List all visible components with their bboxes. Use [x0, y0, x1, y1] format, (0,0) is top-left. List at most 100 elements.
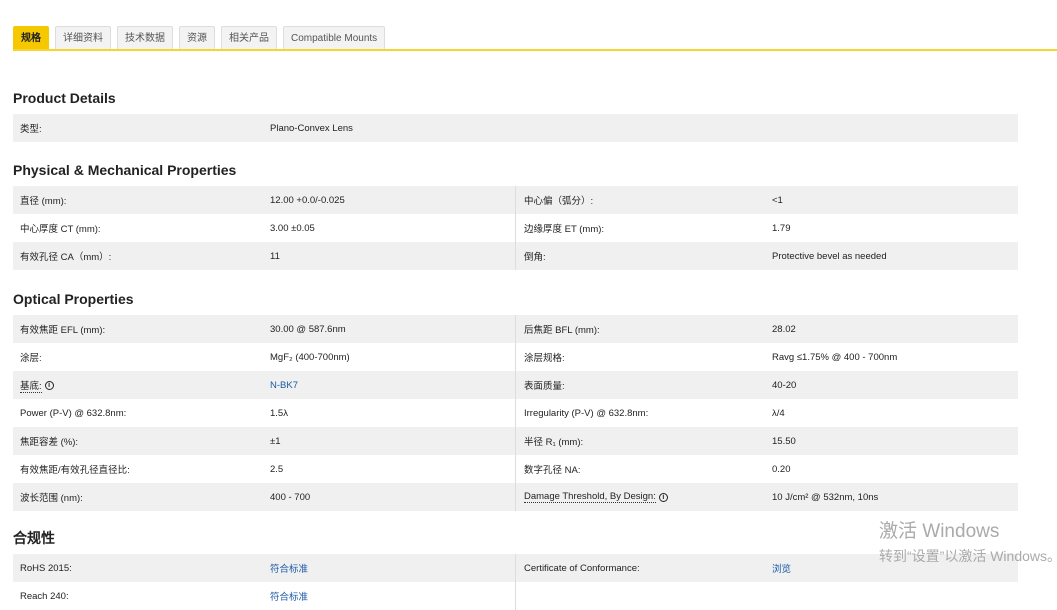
spec-label: 半径 R₁ (mm):: [516, 427, 765, 455]
spec-label: 倒角:: [516, 242, 765, 270]
spec-value: <1: [765, 186, 1018, 214]
tab-technical-data[interactable]: 技术数据: [117, 26, 173, 50]
tab-underline: [13, 49, 1057, 51]
label-text: 涂层规格:: [524, 353, 565, 364]
label-text[interactable]: Damage Threshold, By Design:: [524, 491, 656, 503]
spec-label: 直径 (mm):: [13, 186, 263, 214]
tab-specs[interactable]: 规格: [13, 26, 49, 50]
spec-label: 有效孔径 CA（mm）:: [13, 242, 263, 270]
value-text: 40-20: [772, 379, 797, 391]
label-text: Certificate of Conformance:: [524, 562, 640, 574]
spec-value: 1.5λ: [263, 399, 516, 427]
spec-label: 后焦距 BFL (mm):: [516, 315, 765, 343]
product-details-section: Product Details 类型: Plano-Convex Lens: [13, 88, 1018, 142]
spec-label: 有效焦距/有效孔径直径比:: [13, 455, 263, 483]
label-text: 中心偏（弧分）:: [524, 196, 594, 207]
spec-value: [765, 582, 1018, 610]
spec-value: MgF₂ (400-700nm): [263, 343, 516, 371]
spec-label: Reach 240:: [13, 582, 263, 610]
value-text: 12.00 +0.0/-0.025: [270, 194, 345, 206]
section-title: Product Details: [13, 90, 116, 106]
spec-value: 400 - 700: [263, 483, 516, 511]
spec-label: 表面质量:: [516, 371, 765, 399]
value-text: Protective bevel as needed: [772, 250, 887, 262]
table-row: 中心厚度 CT (mm): 3.00 ±0.05 边缘厚度 ET (mm): 1.79: [13, 214, 1018, 242]
spec-value: ±1: [263, 427, 516, 455]
spec-value: 符合标准: [263, 554, 516, 582]
spec-value: λ/4: [765, 399, 1018, 427]
value-text: 2.5: [270, 463, 284, 475]
value-link[interactable]: 符合标准: [270, 561, 308, 575]
watermark-line2: 转到“设置”以激活 Windows。: [879, 548, 1057, 564]
label-text: 表面质量:: [524, 381, 565, 392]
label-text: Power (P-V) @ 632.8nm:: [20, 407, 127, 419]
spec-value: Protective bevel as needed: [765, 242, 1018, 270]
value-text: 30.00 @ 587.6nm: [270, 323, 346, 335]
value-text: λ/4: [772, 407, 785, 419]
label-text: 直径 (mm):: [20, 196, 67, 207]
table-row: 类型: Plano-Convex Lens: [13, 114, 1018, 142]
value-text: 1.79: [772, 222, 791, 234]
value-text: 400 - 700: [270, 491, 311, 503]
label-text: 倒角:: [524, 252, 546, 263]
table-row: 基底: i N-BK7 表面质量: 40-20: [13, 371, 1018, 399]
tab-related-products[interactable]: 相关产品: [221, 26, 277, 50]
value-text: 28.02: [772, 323, 796, 335]
label-text: 有效孔径 CA（mm）:: [20, 252, 112, 263]
tab-compatible-mounts[interactable]: Compatible Mounts: [283, 26, 386, 50]
info-icon[interactable]: i: [44, 380, 54, 390]
table-row: RoHS 2015: 符合标准 Certificate of Conformance…: [13, 554, 1018, 582]
spec-value: 11: [263, 242, 516, 270]
label-text: 边缘厚度 ET (mm):: [524, 224, 605, 235]
table-row: 焦距容差 (%): ±1 半径 R₁ (mm): 15.50: [13, 427, 1018, 455]
spec-value: Ravg ≤1.75% @ 400 - 700nm: [765, 343, 1018, 371]
info-icon[interactable]: i: [658, 492, 668, 502]
spec-value: 2.5: [263, 455, 516, 483]
physical-section: Physical & Mechanical Properties 直径 (mm)…: [13, 160, 1018, 270]
value-link[interactable]: 浏览: [772, 561, 791, 575]
spec-label: 焦距容差 (%):: [13, 427, 263, 455]
tab-resources[interactable]: 资源: [179, 26, 215, 50]
spec-label: 波长范围 (nm):: [13, 483, 263, 511]
label-text: Reach 240:: [20, 590, 69, 602]
table-row: 有效焦距 EFL (mm): 30.00 @ 587.6nm 后焦距 BFL (mm…: [13, 315, 1018, 343]
table-row: 有效孔径 CA（mm）: 11 倒角: Protective bevel as nee…: [13, 242, 1018, 270]
spec-value: 15.50: [765, 427, 1018, 455]
spec-label: 类型:: [20, 124, 42, 135]
spec-value: 3.00 ±0.05: [263, 214, 516, 242]
spec-label: 涂层:: [13, 343, 263, 371]
value-link[interactable]: N-BK7: [270, 380, 298, 391]
table-row: Reach 240: 符合标准: [13, 582, 1018, 610]
spec-value: 30.00 @ 587.6nm: [263, 315, 516, 343]
value-text: 1.5λ: [270, 407, 288, 419]
spec-value: 符合标准: [263, 582, 516, 610]
label-text: 有效焦距/有效孔径直径比:: [20, 465, 130, 476]
table-row: 涂层: MgF₂ (400-700nm) 涂层规格: Ravg ≤1.75% @ 40…: [13, 343, 1018, 371]
spec-label: 有效焦距 EFL (mm):: [13, 315, 263, 343]
table-row: 波长范围 (nm): 400 - 700 Damage Threshold, By …: [13, 483, 1018, 511]
compliance-section: 合规性 RoHS 2015: 符合标准 Certificate of Conform…: [13, 528, 1018, 610]
spec-label: 中心偏（弧分）:: [516, 186, 765, 214]
value-text: 3.00 ±0.05: [270, 222, 315, 234]
spec-label: Irregularity (P-V) @ 632.8nm:: [516, 399, 765, 427]
tab-details[interactable]: 详细资料: [55, 26, 111, 50]
label-text: 半径 R₁ (mm):: [524, 437, 584, 448]
spec-label: Power (P-V) @ 632.8nm:: [13, 399, 263, 427]
table-row: Power (P-V) @ 632.8nm: 1.5λ Irregularity (…: [13, 399, 1018, 427]
spec-label: 涂层规格:: [516, 343, 765, 371]
label-text: 数字孔径 NA:: [524, 465, 581, 476]
section-title: 合规性: [13, 530, 55, 546]
value-text: 11: [270, 250, 280, 262]
value-text: 10 J/cm² @ 532nm, 10ns: [772, 491, 879, 503]
label-text: RoHS 2015:: [20, 562, 72, 574]
spec-value: 10 J/cm² @ 532nm, 10ns: [765, 483, 1018, 511]
label-text: Irregularity (P-V) @ 632.8nm:: [524, 407, 649, 419]
spec-label: RoHS 2015:: [13, 554, 263, 582]
value-text: Ravg ≤1.75% @ 400 - 700nm: [772, 351, 898, 363]
spec-label: Certificate of Conformance:: [516, 554, 765, 582]
spec-label: [516, 582, 765, 610]
spec-value: 0.20: [765, 455, 1018, 483]
label-text[interactable]: 基底:: [20, 378, 42, 393]
spec-label: 数字孔径 NA:: [516, 455, 765, 483]
tab-bar: 规格 详细资料 技术数据 资源 相关产品 Compatible Mounts: [13, 26, 386, 50]
